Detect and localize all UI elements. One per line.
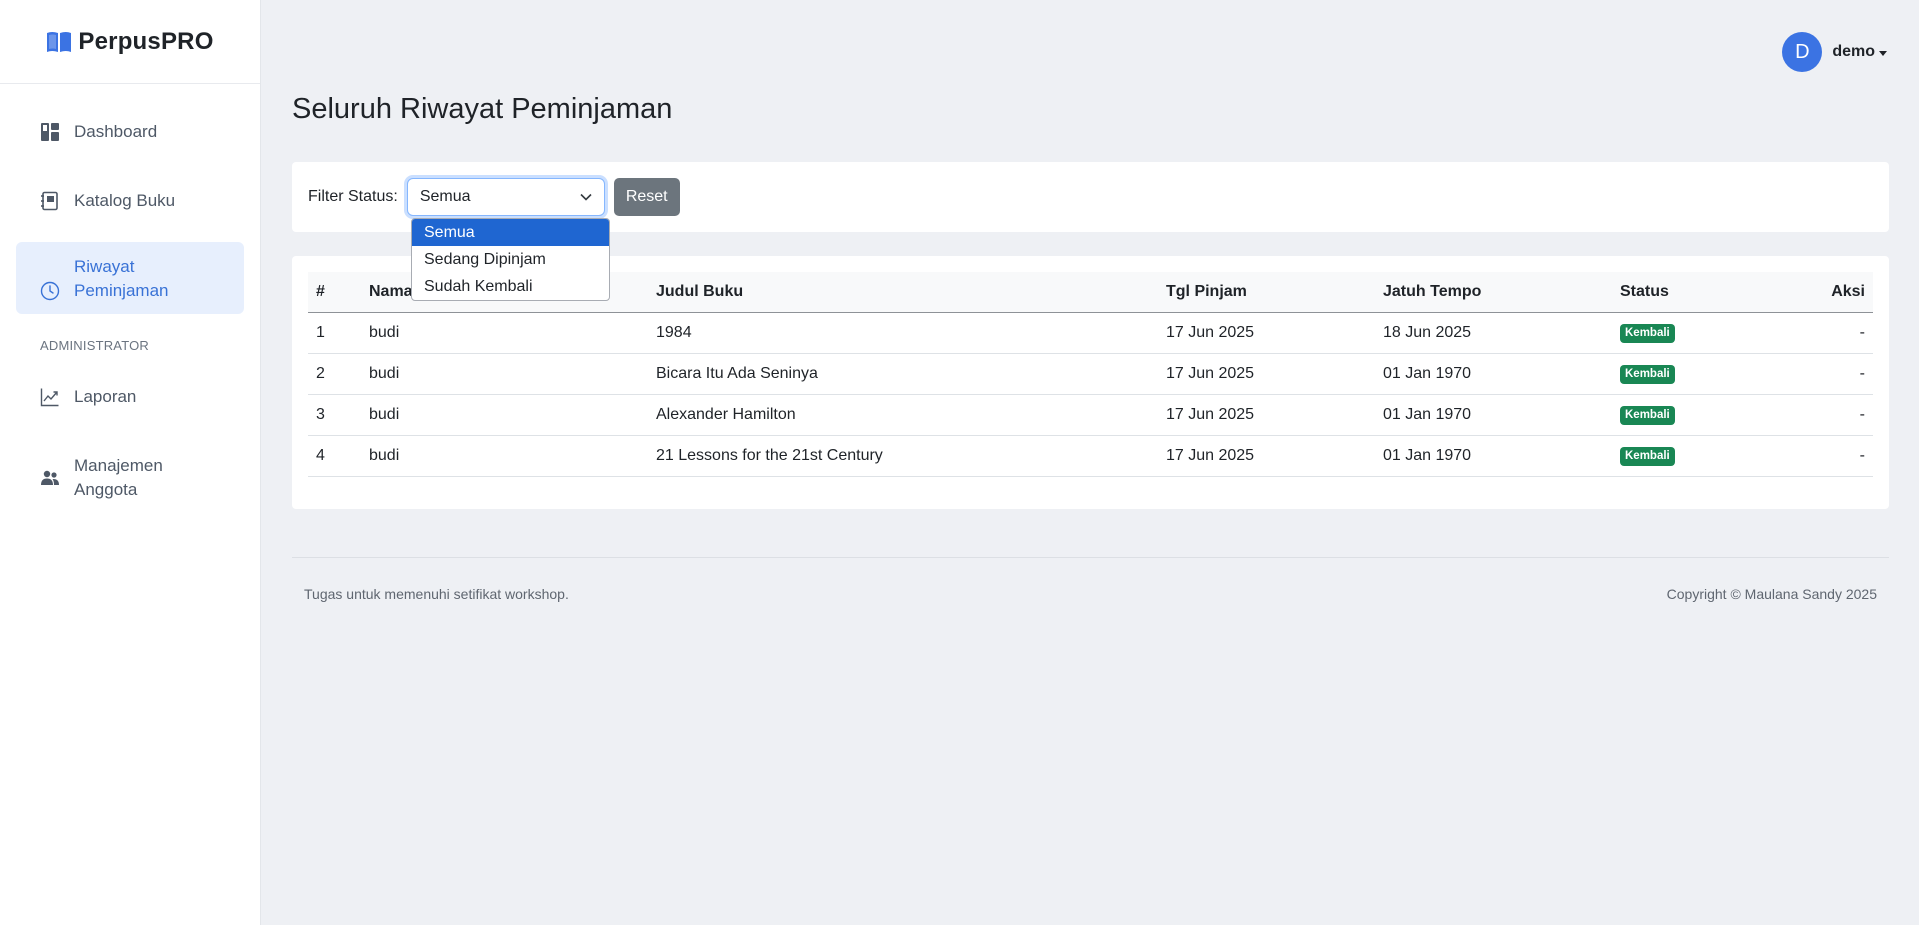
status-badge: Kembali xyxy=(1620,364,1675,384)
cell-tgl-pinjam: 17 Jun 2025 xyxy=(1158,353,1375,395)
sidebar-item-laporan[interactable]: Laporan xyxy=(16,369,244,425)
sidebar-item-manajemen-anggota[interactable]: Manajemen Anggota xyxy=(16,438,244,518)
cell-tgl-pinjam: 17 Jun 2025 xyxy=(1158,312,1375,354)
cell-tgl-pinjam: 17 Jun 2025 xyxy=(1158,435,1375,477)
reset-button[interactable]: Reset xyxy=(613,178,680,216)
book-open-icon xyxy=(46,31,72,53)
col-header-no: # xyxy=(308,272,361,313)
loan-history-table: # Nama Judul Buku Tgl Pinjam Jatuh Tempo… xyxy=(308,272,1873,477)
sidebar-item-label: Manajemen Anggota xyxy=(74,456,163,499)
cell-nama: budi xyxy=(361,394,648,436)
col-header-tgl-pinjam: Tgl Pinjam xyxy=(1158,272,1375,313)
cell-judul: 1984 xyxy=(648,312,1158,354)
cell-aksi: - xyxy=(1765,394,1873,436)
cell-jatuh-tempo: 18 Jun 2025 xyxy=(1375,312,1612,354)
cell-no: 3 xyxy=(308,394,361,436)
status-badge: Kembali xyxy=(1620,446,1675,466)
status-filter-select[interactable]: Semua xyxy=(406,178,605,216)
cell-jatuh-tempo: 01 Jan 1970 xyxy=(1375,353,1612,395)
cell-nama: budi xyxy=(361,435,648,477)
cell-aksi: - xyxy=(1765,353,1873,395)
cell-judul: 21 Lessons for the 21st Century xyxy=(648,435,1158,477)
cell-judul: Alexander Hamilton xyxy=(648,394,1158,436)
cell-no: 2 xyxy=(308,353,361,395)
avatar: D xyxy=(1782,32,1823,72)
cell-no: 1 xyxy=(308,312,361,354)
cell-nama: budi xyxy=(361,353,648,395)
sidebar-item-label: Laporan xyxy=(74,387,137,406)
cell-tgl-pinjam: 17 Jun 2025 xyxy=(1158,394,1375,436)
col-header-aksi: Aksi xyxy=(1765,272,1873,313)
sidebar: PerpusPRO Dashboard Katalog Buku Riwayat… xyxy=(0,0,261,925)
table-row: 4 budi 21 Lessons for the 21st Century 1… xyxy=(308,435,1873,477)
cell-aksi: - xyxy=(1765,312,1873,354)
sidebar-item-riwayat-peminjaman[interactable]: Riwayat Peminjaman xyxy=(16,242,244,314)
cell-status: Kembali xyxy=(1612,353,1766,395)
chart-line-icon xyxy=(40,385,60,409)
col-header-status: Status xyxy=(1612,272,1766,313)
sidebar-item-label: Dashboard xyxy=(74,122,158,141)
footer: Tugas untuk memenuhi setifikat workshop.… xyxy=(292,557,1889,602)
sidebar-nav: Dashboard Katalog Buku Riwayat Peminjama… xyxy=(0,84,260,518)
sidebar-item-katalog-buku[interactable]: Katalog Buku xyxy=(16,173,244,229)
option-sedang-dipinjam[interactable]: Sedang Dipinjam xyxy=(412,246,609,273)
cell-status: Kembali xyxy=(1612,312,1766,354)
brand-name: PerpusPRO xyxy=(78,27,214,55)
footer-copyright: Copyright © Maulana Sandy 2025 xyxy=(1666,586,1877,602)
page-title: Seluruh Riwayat Peminjaman xyxy=(292,93,673,125)
option-sudah-kembali[interactable]: Sudah Kembali xyxy=(412,273,609,300)
col-header-jatuh-tempo: Jatuh Tempo xyxy=(1375,272,1612,313)
book-catalog-icon xyxy=(40,189,60,213)
status-badge: Kembali xyxy=(1620,405,1675,425)
cell-aksi: - xyxy=(1765,435,1873,477)
sidebar-item-label: Katalog Buku xyxy=(74,191,176,210)
cell-jatuh-tempo: 01 Jan 1970 xyxy=(1375,435,1612,477)
username: demo xyxy=(1832,43,1875,60)
option-semua[interactable]: Semua xyxy=(412,219,609,246)
chevron-down-icon xyxy=(580,188,592,206)
dashboard-icon xyxy=(40,120,60,144)
clock-icon xyxy=(40,279,60,303)
user-menu[interactable]: D demo xyxy=(1782,32,1887,72)
cell-nama: budi xyxy=(361,312,648,354)
table-row: 2 budi Bicara Itu Ada Seninya 17 Jun 202… xyxy=(308,353,1873,395)
cell-judul: Bicara Itu Ada Seninya xyxy=(648,353,1158,395)
cell-status: Kembali xyxy=(1612,435,1766,477)
brand[interactable]: PerpusPRO xyxy=(0,0,260,84)
table-row: 3 budi Alexander Hamilton 17 Jun 2025 01… xyxy=(308,394,1873,436)
footer-note: Tugas untuk memenuhi setifikat workshop. xyxy=(304,586,569,602)
sidebar-item-label: Riwayat Peminjaman xyxy=(74,257,169,300)
sidebar-section-label: ADMINISTRATOR xyxy=(40,338,150,353)
select-value: Semua xyxy=(419,188,471,205)
cell-jatuh-tempo: 01 Jan 1970 xyxy=(1375,394,1612,436)
caret-down-icon xyxy=(1879,50,1887,56)
users-icon xyxy=(40,466,60,490)
status-filter-options: Semua Sedang Dipinjam Sudah Kembali xyxy=(411,218,610,301)
sidebar-item-dashboard[interactable]: Dashboard xyxy=(16,104,244,160)
table-row: 1 budi 1984 17 Jun 2025 18 Jun 2025 Kemb… xyxy=(308,312,1873,354)
filter-label: Filter Status: xyxy=(308,188,398,205)
status-badge: Kembali xyxy=(1620,323,1675,343)
cell-status: Kembali xyxy=(1612,394,1766,436)
cell-no: 4 xyxy=(308,435,361,477)
col-header-judul: Judul Buku xyxy=(648,272,1158,313)
